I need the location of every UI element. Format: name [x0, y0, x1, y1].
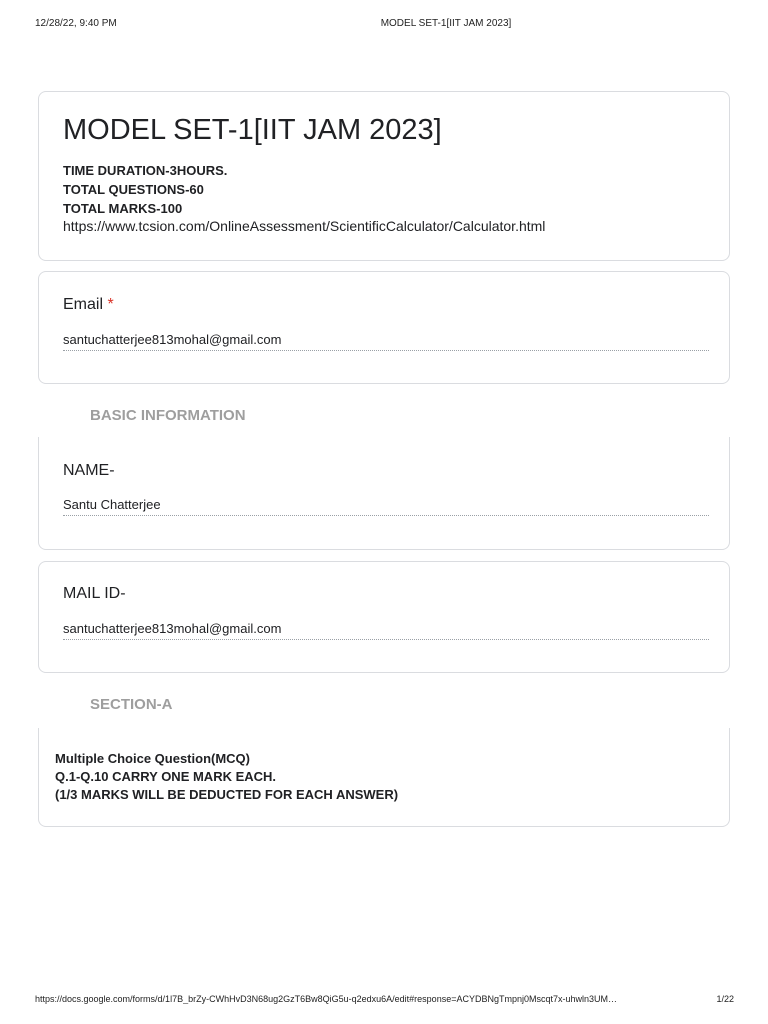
print-url: https://docs.google.com/forms/d/1l7B_brZ… [35, 994, 618, 1004]
print-header: 12/28/22, 9:40 PM MODEL SET-1[IIT JAM 20… [0, 18, 768, 30]
email-label-text: Email [63, 296, 104, 313]
required-asterisk: * [107, 296, 114, 313]
mcq-negative-marking-note: (1/3 MARKS WILL BE DEDUCTED FOR EACH ANS… [55, 787, 399, 802]
name-question-label: NAME- [63, 462, 115, 479]
description-time-duration: TIME DURATION-3HOURS. [63, 163, 228, 178]
email-question-card: Email * santuchatterjee813mohal@gmail.co… [38, 271, 730, 384]
section-a-description-card: Multiple Choice Question(MCQ) Q.1-Q.10 C… [38, 728, 730, 827]
name-question-card: NAME- Santu Chatterjee [38, 437, 730, 550]
mail-id-question-card: MAIL ID- santuchatterjee813mohal@gmail.c… [38, 561, 730, 673]
mail-id-answer-field[interactable]: santuchatterjee813mohal@gmail.com [63, 621, 709, 640]
print-page: 12/28/22, 9:40 PM MODEL SET-1[IIT JAM 20… [0, 0, 768, 1024]
description-total-marks: TOTAL MARKS-100 [63, 201, 183, 216]
mcq-title: Multiple Choice Question(MCQ) [55, 751, 250, 766]
section-header-section-a: SECTION-A [90, 696, 173, 713]
form-title: MODEL SET-1[IIT JAM 2023] [63, 114, 442, 146]
print-footer: https://docs.google.com/forms/d/1l7B_brZ… [0, 994, 768, 1006]
print-page-number: 1/22 [716, 994, 734, 1004]
name-answer-field[interactable]: Santu Chatterjee [63, 497, 709, 516]
form-title-card: MODEL SET-1[IIT JAM 2023] TIME DURATION-… [38, 91, 730, 261]
print-title: MODEL SET-1[IIT JAM 2023] [380, 18, 512, 29]
calculator-link[interactable]: https://www.tcsion.com/OnlineAssessment/… [63, 218, 545, 234]
email-question-label: Email * [63, 296, 114, 314]
mcq-marks-note: Q.1-Q.10 CARRY ONE MARK EACH. [55, 769, 277, 784]
mail-id-question-label: MAIL ID- [63, 585, 126, 602]
email-answer-field[interactable]: santuchatterjee813mohal@gmail.com [63, 332, 709, 351]
description-total-questions: TOTAL QUESTIONS-60 [63, 182, 204, 197]
section-header-basic-information: BASIC INFORMATION [90, 407, 246, 424]
